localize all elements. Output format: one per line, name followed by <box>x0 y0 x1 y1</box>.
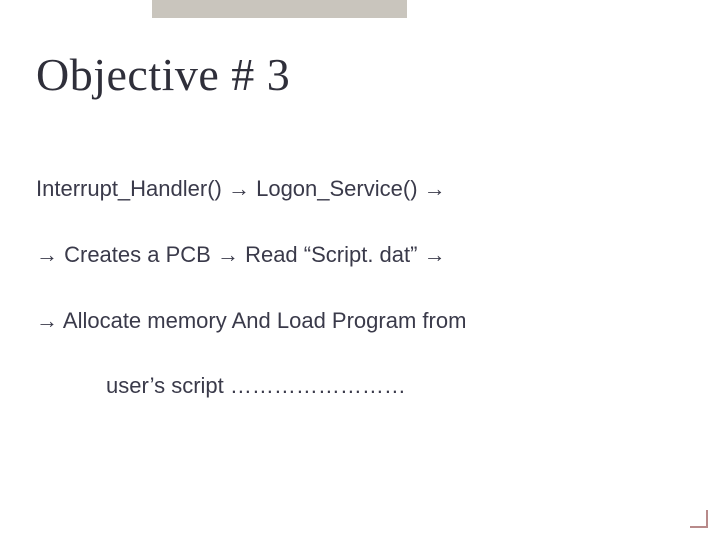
text-segment: Logon_Service() <box>250 176 424 201</box>
text-segment: Creates a PCB <box>58 242 217 267</box>
text-segment: user’s script …………………… <box>106 373 406 398</box>
arrow-icon: → <box>36 308 58 333</box>
slide-body: Interrupt_Handler() → Logon_Service() → … <box>36 168 684 431</box>
body-line-3: → Allocate memory And Load Program from <box>36 300 684 342</box>
arrow-icon: → <box>424 176 446 201</box>
body-line-1: Interrupt_Handler() → Logon_Service() → <box>36 168 684 210</box>
text-segment: Allocate memory And Load Program from <box>58 308 466 333</box>
arrow-icon: → <box>228 176 250 201</box>
text-segment: Read “Script. dat” <box>239 242 424 267</box>
slide: Objective # 3 Interrupt_Handler() → Logo… <box>0 0 720 540</box>
body-line-2: → Creates a PCB → Read “Script. dat” → <box>36 234 684 276</box>
arrow-icon: → <box>36 242 58 267</box>
corner-decoration-icon <box>690 510 708 528</box>
decorative-top-bar <box>152 0 407 18</box>
body-line-4: user’s script …………………… <box>36 365 684 407</box>
slide-title: Objective # 3 <box>36 48 290 101</box>
arrow-icon: → <box>217 242 239 267</box>
text-segment: Interrupt_Handler() <box>36 176 228 201</box>
arrow-icon: → <box>424 242 446 267</box>
